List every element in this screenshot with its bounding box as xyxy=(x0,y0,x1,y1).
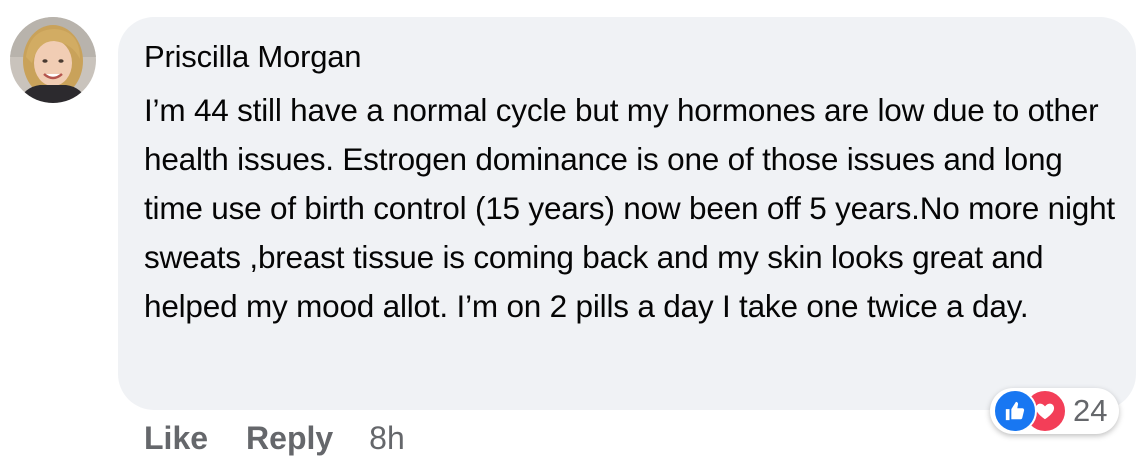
comment-actions: Like Reply 8h xyxy=(144,420,405,457)
like-button[interactable]: Like xyxy=(144,420,208,457)
profile-photo xyxy=(10,17,96,103)
comment-text: I’m 44 still have a normal cycle but my … xyxy=(144,92,1115,324)
comment-timestamp[interactable]: 8h xyxy=(369,420,405,457)
reply-button[interactable]: Reply xyxy=(246,420,333,457)
reaction-count: 24 xyxy=(1073,393,1108,428)
avatar[interactable] xyxy=(10,17,96,103)
reaction-summary[interactable]: 24 xyxy=(990,388,1120,434)
like-icon xyxy=(993,389,1037,433)
comment-author[interactable]: Priscilla Morgan xyxy=(144,37,362,77)
comment-bubble: Priscilla Morgan I’m 44 still have a nor… xyxy=(118,17,1136,410)
